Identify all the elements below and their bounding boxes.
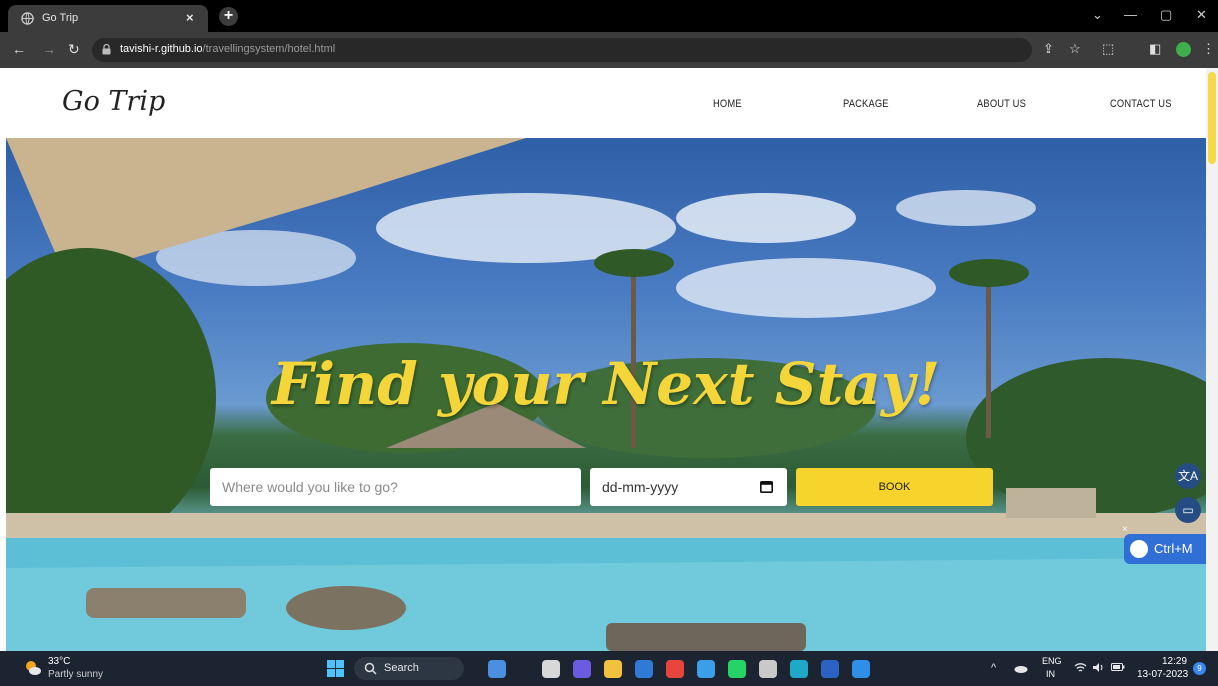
vscode-app-icon[interactable] xyxy=(852,660,870,678)
site-logo[interactable]: Go Trip xyxy=(62,86,165,117)
translate-icon[interactable]: 文A xyxy=(1175,463,1201,489)
extensions-icon[interactable]: ⬚ xyxy=(1102,41,1114,57)
tab-title: Go Trip xyxy=(42,12,79,24)
destination-search-input[interactable] xyxy=(210,468,581,506)
share-icon[interactable]: ⇪ xyxy=(1043,41,1054,57)
volume-icon[interactable] xyxy=(1092,662,1105,673)
reload-icon[interactable]: ↻ xyxy=(68,41,80,58)
forward-icon[interactable]: → xyxy=(42,41,56,57)
web-page: Go Trip HOME PACKAGE ABOUT US CONTACT US xyxy=(0,68,1218,651)
edge-app-icon[interactable] xyxy=(790,660,808,678)
taskbar-search[interactable]: Search xyxy=(354,657,464,680)
page-scrollbar[interactable] xyxy=(1206,68,1218,651)
battery-icon[interactable] xyxy=(1111,662,1125,672)
nav-contact-us[interactable]: CONTACT US xyxy=(1110,98,1172,110)
browser-tab-strip: Go Trip × + ⌄ — ▢ ✕ xyxy=(0,0,1218,32)
3d-app-icon[interactable] xyxy=(759,660,777,678)
notification-badge[interactable]: 9 xyxy=(1193,662,1206,675)
lock-icon[interactable] xyxy=(102,44,111,55)
onedrive-icon[interactable] xyxy=(1014,664,1028,673)
new-tab-button[interactable]: + xyxy=(219,7,238,26)
address-bar[interactable]: tavishi-r.github.io/travellingsystem/hot… xyxy=(92,38,1032,62)
tray-overflow-icon[interactable]: ^ xyxy=(991,662,996,674)
side-panel-icon[interactable]: ◧ xyxy=(1149,41,1161,57)
extension-shortcut-label: Ctrl+M xyxy=(1154,541,1193,556)
url-text[interactable]: tavishi-r.github.io/travellingsystem/hot… xyxy=(120,43,335,55)
hero-heading: Find your Next Stay! xyxy=(271,350,941,418)
nav-package[interactable]: PACKAGE xyxy=(843,98,889,110)
calendar-icon[interactable] xyxy=(760,480,773,493)
hero-banner: Find your Next Stay! dd-mm-yyyy BOOK 文A … xyxy=(6,138,1206,651)
windows-start-icon[interactable] xyxy=(327,660,344,677)
windows-taskbar: 33°C Partly sunny Search ^ ENG IN 12:29 … xyxy=(0,651,1218,686)
minimize-icon[interactable]: — xyxy=(1124,7,1137,22)
extension-close-icon[interactable]: × xyxy=(1122,524,1128,535)
tab-search-icon[interactable]: ⌄ xyxy=(1092,7,1103,23)
profile-avatar[interactable] xyxy=(1176,42,1191,57)
browser-toolbar: ← → ↻ tavishi-r.github.io/travellingsyst… xyxy=(0,32,1218,68)
weather-description[interactable]: Partly sunny xyxy=(48,669,103,680)
globe-icon xyxy=(21,12,34,25)
back-icon[interactable]: ← xyxy=(12,41,26,57)
checkin-date-field[interactable]: dd-mm-yyyy xyxy=(590,468,787,506)
chrome-app-icon[interactable] xyxy=(666,660,684,678)
clock-time[interactable]: 12:29 xyxy=(1162,656,1187,667)
clock-date[interactable]: 13-07-2023 xyxy=(1137,669,1188,680)
date-placeholder: dd-mm-yyyy xyxy=(602,479,679,495)
partly-sunny-icon[interactable] xyxy=(24,659,42,677)
restore-icon[interactable]: ▢ xyxy=(1160,7,1172,23)
file-explorer-app-icon[interactable] xyxy=(604,660,622,678)
tab-close-icon[interactable]: × xyxy=(186,10,194,25)
close-window-icon[interactable]: ✕ xyxy=(1196,7,1207,23)
widgets-app-icon[interactable] xyxy=(488,660,506,678)
nav-about-us[interactable]: ABOUT US xyxy=(977,98,1026,110)
nav-home[interactable]: HOME xyxy=(713,98,742,110)
photos-app-icon[interactable] xyxy=(697,660,715,678)
wifi-icon[interactable] xyxy=(1074,662,1087,673)
meet-app-icon[interactable] xyxy=(573,660,591,678)
search-label: Search xyxy=(384,662,419,674)
reader-mode-icon[interactable]: ▭ xyxy=(1175,497,1201,523)
search-icon xyxy=(364,662,377,675)
bookmark-star-icon[interactable]: ☆ xyxy=(1069,41,1081,57)
scrollbar-thumb[interactable] xyxy=(1208,72,1216,164)
weather-temperature[interactable]: 33°C xyxy=(48,656,70,667)
word-app-icon[interactable] xyxy=(821,660,839,678)
book-button[interactable]: BOOK xyxy=(796,468,993,506)
extension-mascot-icon xyxy=(1130,540,1148,558)
site-navbar: Go Trip HOME PACKAGE ABOUT US CONTACT US xyxy=(0,68,1206,138)
browser-menu-icon[interactable]: ⋮ xyxy=(1202,41,1215,57)
whatsapp-app-icon[interactable] xyxy=(728,660,746,678)
language-region[interactable]: IN xyxy=(1046,669,1055,679)
browser-tab[interactable]: Go Trip × xyxy=(8,5,208,32)
task-view-app-icon[interactable] xyxy=(542,660,560,678)
mail-app-icon[interactable] xyxy=(635,660,653,678)
language-indicator[interactable]: ENG xyxy=(1042,656,1062,666)
extension-shortcut-pill[interactable]: × Ctrl+M xyxy=(1122,524,1206,564)
